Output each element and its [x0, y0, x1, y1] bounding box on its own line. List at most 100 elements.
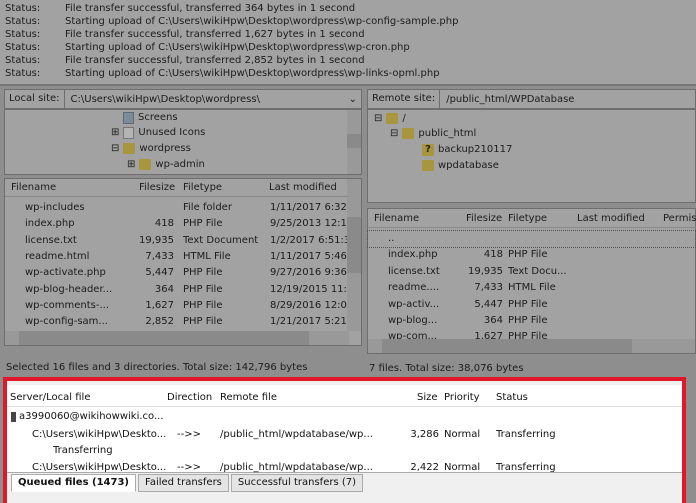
tree-item-unused-icons[interactable]: ⊞ Unused Icons — [111, 125, 205, 140]
file-row[interactable]: wp-config-sam... 2,852 PHP File 1/21/201… — [5, 314, 349, 330]
collapse-icon[interactable]: ⊟ — [111, 141, 119, 156]
server-name: a3990060@wikihowwiki.co... — [19, 409, 164, 425]
log-label: Status: — [5, 67, 65, 80]
column-filetype[interactable]: Filetype — [508, 210, 547, 228]
file-type: PHP File — [508, 313, 548, 329]
tree-label: wordpress — [139, 141, 190, 156]
file-row[interactable]: readme.... 7,433 HTML File — [368, 280, 695, 296]
file-name: wp-activ... — [388, 297, 448, 313]
file-size: 7,433 — [448, 280, 503, 296]
file-size: 7,433 — [115, 249, 174, 265]
file-type: HTML File — [508, 280, 556, 296]
local-list-vscrollbar[interactable] — [347, 179, 361, 331]
file-type: Text Document — [183, 233, 258, 249]
progress-text: Transferring — [53, 443, 113, 459]
file-row[interactable]: readme.html 7,433 HTML File 1/11/2017 5:… — [5, 249, 349, 265]
log-row: Status:File transfer successful, transfe… — [5, 54, 365, 67]
log-row: Status:File transfer successful, transfe… — [5, 2, 355, 15]
file-name: wp-includes — [25, 200, 85, 216]
file-row[interactable]: .. — [368, 231, 695, 247]
tree-item-backup210117[interactable]: ? backup210117 — [422, 142, 512, 157]
file-name: wp-activate.php — [25, 265, 106, 281]
column-remote-file[interactable]: Remote file — [220, 389, 277, 406]
collapse-icon[interactable]: ⊟ — [390, 126, 398, 141]
file-type: File folder — [183, 200, 232, 216]
file-row[interactable]: wp-blog-header... 364 PHP File 12/19/201… — [5, 282, 349, 298]
status: Transferring — [496, 427, 556, 443]
unknown-folder-icon: ? — [422, 144, 434, 156]
file-modified: 1/2/2017 6:51:36 I — [270, 233, 350, 249]
file-type: Text Docu... — [508, 264, 567, 280]
file-row[interactable]: license.txt 19,935 Text Docu... — [368, 264, 695, 280]
tree-item-public-html[interactable]: ⊟public_html — [390, 126, 476, 141]
expand-icon[interactable]: ⊞ — [111, 125, 119, 140]
file-name: wp-comments-... — [25, 298, 109, 314]
collapse-icon[interactable]: ⊟ — [374, 111, 382, 126]
column-filesize[interactable]: Filesize — [139, 179, 175, 197]
tree-item-screens[interactable]: Screens — [123, 110, 178, 125]
tree-item-root[interactable]: ⊟/ — [374, 111, 406, 126]
column-status[interactable]: Status — [496, 389, 528, 406]
queue-row[interactable]: C:\Users\wikiHpw\Deskto... -->> /public_… — [7, 427, 682, 443]
file-row[interactable]: wp-blog... 364 PHP File — [368, 313, 695, 329]
local-file-list: Filename Filesize Filetype Last modified… — [4, 178, 362, 346]
tree-label: Unused Icons — [138, 125, 205, 140]
column-filename[interactable]: Filename — [374, 210, 419, 228]
column-size[interactable]: Size — [417, 389, 438, 406]
local-site-input[interactable]: C:\Users\wikiHpw\Desktop\wordpress\ — [65, 94, 349, 105]
file-name: license.txt — [25, 233, 77, 249]
column-priority[interactable]: Priority — [444, 389, 480, 406]
file-row[interactable]: wp-activ... 5,447 PHP File — [368, 297, 695, 313]
log-label: Status: — [5, 41, 65, 54]
tab-queued-files[interactable]: Queued files (1473) — [11, 474, 136, 492]
file-row[interactable]: wp-includes File folder 1/11/2017 6:32:0… — [5, 200, 349, 216]
log-row: Status:File transfer successful, transfe… — [5, 28, 365, 41]
column-filesize[interactable]: Filesize — [466, 210, 502, 228]
local-list-hscrollbar[interactable] — [5, 331, 349, 345]
column-filename[interactable]: Filename — [11, 179, 56, 197]
remote-site-input[interactable]: /public_html/WPDatabase — [440, 94, 695, 105]
column-last-modified[interactable]: Last modified — [577, 210, 645, 228]
tab-successful-transfers[interactable]: Successful transfers (7) — [231, 474, 363, 492]
column-server-local-file[interactable]: Server/Local file — [10, 389, 91, 406]
tree-item-wp-admin[interactable]: ⊞wp-admin — [127, 157, 205, 172]
file-type: PHP File — [183, 265, 223, 281]
tree-label: wpdatabase — [438, 158, 499, 173]
file-size: 1,627 — [115, 298, 174, 314]
file-name: wp-blog-header... — [25, 282, 112, 298]
file-row[interactable]: license.txt 19,935 Text Document 1/2/201… — [5, 233, 349, 249]
column-direction[interactable]: Direction — [167, 389, 212, 406]
column-filetype[interactable]: Filetype — [183, 179, 222, 197]
file-size: 418 — [448, 247, 503, 263]
tree-label: backup210117 — [438, 142, 512, 157]
log-text: Starting upload of C:\Users\wikiHpw\Desk… — [65, 68, 440, 79]
queue-server-row[interactable]: a3990060@wikihowwiki.co... — [11, 409, 164, 425]
tree-scrollbar[interactable] — [347, 110, 361, 174]
tree-item-wpdatabase[interactable]: wpdatabase — [422, 158, 499, 173]
file-row[interactable]: index.php 418 PHP File 9/25/2013 12:18:1 — [5, 216, 349, 232]
expand-icon[interactable]: ⊞ — [127, 157, 135, 172]
file-name: wp-config-sam... — [25, 314, 108, 330]
file-row[interactable]: wp-comments-... 1,627 PHP File 8/29/2016… — [5, 298, 349, 314]
tree-item-wordpress[interactable]: ⊟ wordpress — [111, 141, 191, 156]
local-tree: Screens ⊞ Unused Icons ⊟ wordpress ⊞wp-adm… — [4, 109, 362, 175]
file-name: license.txt — [388, 264, 448, 280]
file-size: 364 — [448, 313, 503, 329]
column-permissions[interactable]: Permiss — [663, 210, 696, 228]
log-text: File transfer successful, transferred 36… — [65, 3, 355, 14]
file-row[interactable]: wp-activate.php 5,447 PHP File 9/27/2016… — [5, 265, 349, 281]
file-type: PHP File — [183, 298, 223, 314]
chevron-down-icon[interactable]: ⌄ — [349, 94, 361, 105]
remote-list-hscrollbar[interactable] — [368, 339, 695, 353]
column-last-modified[interactable]: Last modified — [269, 179, 337, 197]
file-modified: 8/29/2016 12:00:3 — [270, 298, 350, 314]
file-name: .. — [388, 231, 448, 247]
tree-label: Screens — [138, 110, 178, 125]
file-row[interactable]: index.php 418 PHP File — [368, 247, 695, 263]
remote-tree: ⊟/ ⊟public_html ? backup210117 wpdatabase — [367, 109, 696, 203]
remote-file: /public_html/wpdatabase/wp... — [220, 427, 373, 443]
clock-icon — [123, 127, 134, 139]
file-name: readme.... — [388, 280, 448, 296]
tab-failed-transfers[interactable]: Failed transfers — [138, 474, 229, 492]
folder-icon — [402, 128, 414, 139]
